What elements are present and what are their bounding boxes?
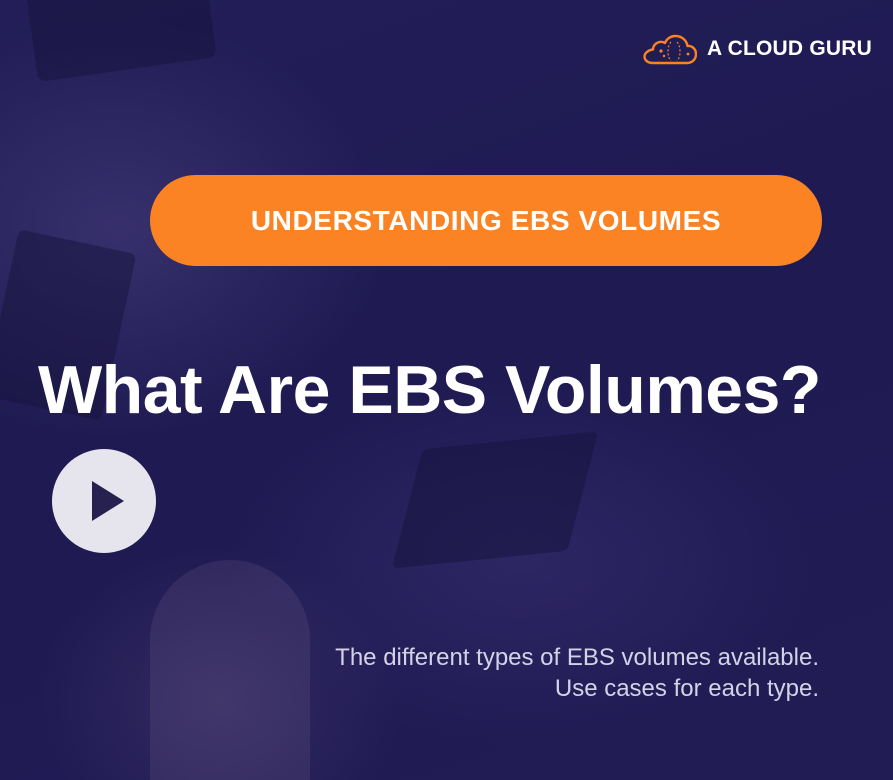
course-banner: UNDERSTANDING EBS VOLUMES xyxy=(150,175,822,266)
description-line: The different types of EBS volumes avail… xyxy=(335,644,819,671)
play-button[interactable] xyxy=(52,449,156,553)
background-graduate-figure xyxy=(150,560,310,780)
play-icon xyxy=(92,481,124,521)
video-poster: A CLOUD GURU UNDERSTANDING EBS VOLUMES W… xyxy=(0,0,893,780)
course-banner-label: UNDERSTANDING EBS VOLUMES xyxy=(250,204,722,236)
cloud-logo-icon xyxy=(643,34,697,65)
brand-name: A CLOUD GURU xyxy=(707,37,872,60)
lesson-title: What Are EBS Volumes? xyxy=(38,352,821,428)
description-line: Use cases for each type. xyxy=(554,675,819,702)
background-graduation-cap xyxy=(23,0,217,82)
background-graduation-cap xyxy=(391,431,599,569)
brand-logo: A CLOUD GURU xyxy=(643,32,872,66)
lesson-description: The different types of EBS volumes avail… xyxy=(335,642,819,704)
